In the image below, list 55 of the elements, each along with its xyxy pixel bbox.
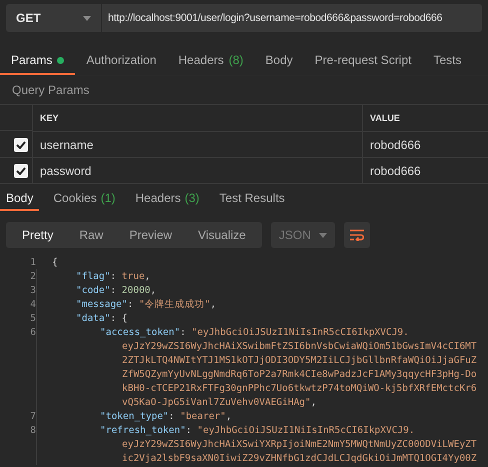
url-field[interactable]: http://localhost:9001/user/login?username=robod666&password=robod666 (102, 4, 482, 32)
checkbox[interactable] (14, 138, 28, 152)
response-tab[interactable]: Cookies (1) (47, 186, 122, 211)
request-tab[interactable]: Pre-request Script (304, 47, 422, 75)
caret-icon (318, 232, 327, 238)
response-tab[interactable]: Headers (3) (129, 186, 206, 211)
code-line: kBH0-cTCEP21RxFTFg30gnPPhc7Uo6tkwtzP74toMQiWO-kj5bfXRfEMctcKr6 (122, 382, 477, 394)
request-tab[interactable]: Authorization (75, 47, 168, 75)
code-line: ZfW5QZymYyUvNLggNmdRq6ToP2a7Rmk4CIe8wPadzJcF1AMy3qqycHF3pHg-Do (122, 368, 477, 380)
method-dropdown[interactable]: GET (6, 4, 102, 32)
code-line: "code": 20000, (76, 284, 156, 296)
param-value: robod666 (370, 164, 421, 178)
param-key: password (40, 164, 92, 178)
code-line: 2ZTJkLTQ4NWItYTJ1MS1kOTJjODI3ODY5M2IiLCJjbGllbnRfaWQiOiJjaGFuZ (122, 354, 477, 366)
count-label: (3) (184, 190, 200, 204)
code-line: "refresh_token": "eyJhbGciOiJSUzI1NiIsInR5cCI6IkpXVCJ9. (100, 424, 415, 436)
code-line: "data": { (76, 312, 128, 324)
code-line: eyJzY29wZSI6WyJhcHAiXSwibmFtZSI6bnVsbCwiaWQiOm51bGwsImV4cCI6MT (122, 340, 477, 352)
code-line: "flag": true, (76, 270, 150, 282)
param-key: username (40, 138, 94, 152)
caret-icon (83, 16, 91, 20)
wrap-lines-icon (350, 229, 364, 241)
section-title: Query Params (12, 83, 90, 97)
count-label: (1) (100, 190, 116, 204)
line-number: 8 (29, 424, 36, 436)
response-tab[interactable]: Body (0, 186, 40, 211)
request-tab[interactable]: Tests (422, 47, 472, 75)
column-header: KEY (40, 113, 59, 123)
view-mode-option[interactable]: Raw (66, 222, 116, 248)
code-line: "access_token": "eyJhbGciOiJSUzI1NiIsInR5cCI6IkpXVCJ9. (100, 326, 409, 338)
line-number: 5 (29, 312, 36, 324)
line-number: 3 (29, 284, 36, 296)
code-line: "message": "令牌生成成功", (76, 298, 216, 310)
param-value: robod666 (370, 138, 421, 152)
line-number: 6 (29, 326, 36, 338)
line-number: 1 (29, 256, 36, 268)
code-line: vQ5KaO-JpG5iVanl7ZuVehv0VAEGiHAg", (122, 396, 316, 408)
code-line: { (52, 256, 58, 268)
request-tab[interactable]: Headers (8) (167, 47, 254, 75)
code-line: ic2Vja2lsbF9saXN0IiwiZ29vZHNfbG1zdCJdLCJqdGkiOiJmMTQ1OGI4Yy00Z (122, 452, 477, 464)
response-tab[interactable]: Test Results (213, 186, 291, 211)
line-number: 7 (29, 410, 36, 422)
column-header: VALUE (370, 113, 400, 123)
count-label: (8) (228, 53, 244, 67)
request-tab[interactable]: Params (0, 47, 76, 75)
code-line: eyJzY29wZSI6WyJhcHAiXSwiYXRpIjoiNmE2NmY5MWQtNmUyZC00ODViLWEyZT (122, 438, 477, 450)
checkbox[interactable] (14, 164, 28, 178)
view-mode-option[interactable]: Pretty (9, 222, 66, 248)
code-line: "token_type": "bearer", (100, 410, 232, 422)
request-tab[interactable]: Body (254, 47, 304, 75)
view-mode-option[interactable]: Visualize (185, 222, 259, 248)
view-mode-option[interactable]: Preview (116, 222, 186, 248)
wrap-lines-button[interactable] (344, 222, 370, 248)
line-number: 2 (29, 270, 36, 282)
line-number: 4 (29, 298, 36, 310)
